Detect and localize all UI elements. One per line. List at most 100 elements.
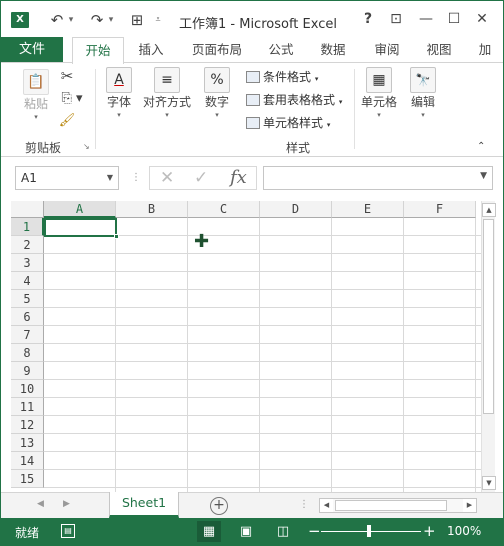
tab-insert[interactable]: 插入	[129, 37, 173, 63]
tab-split-handle-icon[interactable]: ⋮	[299, 499, 309, 510]
cancel-icon[interactable]: ✕	[160, 168, 174, 188]
undo-dropdown-icon[interactable]: ▾	[67, 11, 75, 29]
row-header-14[interactable]: 14	[11, 452, 44, 470]
row-header-7[interactable]: 7	[11, 326, 44, 344]
row-header-8[interactable]: 8	[11, 344, 44, 362]
maximize-button[interactable]: ☐	[445, 10, 463, 28]
format-painter-icon[interactable]: 🖌	[57, 113, 77, 128]
format-as-table-button[interactable]: 套用表格格式 ▾	[246, 90, 342, 110]
zoom-in-button[interactable]: +	[423, 522, 436, 540]
cell-cursor-icon: ✚	[194, 231, 210, 252]
zoom-level[interactable]: 100%	[447, 524, 481, 538]
redo-dropdown-icon[interactable]: ▾	[107, 11, 115, 29]
tab-addins[interactable]: 加	[477, 37, 493, 63]
column-header-a[interactable]: A	[44, 201, 116, 218]
zoom-slider[interactable]	[321, 531, 421, 532]
zoom-out-button[interactable]: −	[308, 522, 321, 540]
scroll-down-icon[interactable]: ▼	[482, 476, 496, 490]
row-header-2[interactable]: 2	[11, 236, 44, 254]
page-break-view-button[interactable]: ◫	[271, 521, 295, 542]
clipboard-launcher-icon[interactable]: ↘	[83, 142, 90, 151]
ribbon-display-options-button[interactable]: ⊡	[387, 10, 405, 28]
editing-button[interactable]: 🔭 编辑 ▾	[405, 67, 441, 120]
prev-sheet-icon[interactable]: ◀	[37, 499, 44, 509]
formula-input[interactable]: ▼	[263, 166, 493, 190]
undo-icon[interactable]: ↶	[47, 11, 67, 29]
excel-app-icon[interactable]: X	[11, 12, 29, 28]
insert-function-icon[interactable]: fx	[230, 168, 247, 188]
new-sheet-button[interactable]: +	[210, 497, 228, 515]
page-layout-view-button[interactable]: ▣	[234, 521, 258, 542]
editing-dropdown-icon: ▾	[421, 111, 425, 119]
redo-icon[interactable]: ↷	[87, 11, 107, 29]
formula-bar-resize-icon[interactable]: ⋮	[131, 172, 141, 183]
collapse-ribbon-icon[interactable]: ⌃	[477, 141, 485, 152]
row-header-9[interactable]: 9	[11, 362, 44, 380]
name-box-dropdown-icon[interactable]: ▼	[107, 167, 113, 189]
status-ready: 就绪	[15, 526, 40, 540]
row-header-15[interactable]: 15	[11, 470, 44, 488]
row-header-1[interactable]: 1	[11, 218, 44, 236]
tab-review[interactable]: 审阅	[365, 37, 409, 63]
cut-icon[interactable]: ✂	[57, 67, 77, 85]
cells-button[interactable]: ▦ 单元格 ▾	[359, 67, 399, 120]
tab-formulas[interactable]: 公式	[259, 37, 303, 63]
row-header-3[interactable]: 3	[11, 254, 44, 272]
macro-record-icon[interactable]: ▤	[61, 524, 75, 538]
number-button[interactable]: % 数字 ▾	[199, 67, 235, 120]
vertical-scrollbar[interactable]: ▲ ▼	[481, 201, 496, 492]
row-header-12[interactable]: 12	[11, 416, 44, 434]
paste-button[interactable]: 📋 粘贴 ▾	[19, 69, 53, 122]
column-header-b[interactable]: B	[116, 201, 188, 218]
tab-page-layout[interactable]: 页面布局	[185, 37, 249, 63]
clipboard-group-label: 剪贴板	[25, 141, 62, 155]
column-header-e[interactable]: E	[332, 201, 404, 218]
minimize-button[interactable]: —	[417, 10, 435, 28]
vertical-scroll-thumb[interactable]	[483, 219, 494, 414]
enter-icon[interactable]: ✓	[194, 168, 208, 188]
copy-icon[interactable]: ⎘ ▾	[57, 91, 87, 106]
scroll-right-icon[interactable]: ▶	[463, 499, 476, 512]
active-cell-a1[interactable]	[44, 218, 117, 237]
zoom-slider-thumb[interactable]	[367, 525, 371, 537]
font-icon: A	[106, 67, 132, 93]
cell-styles-button[interactable]: 单元格样式 ▾	[246, 113, 330, 133]
row-header-10[interactable]: 10	[11, 380, 44, 398]
scroll-left-icon[interactable]: ◀	[320, 499, 333, 512]
worksheet-grid[interactable]: A B C D E F 1 2 3 4 5 6 7 8 9 10 11 12 1…	[11, 201, 481, 492]
fill-handle[interactable]	[114, 234, 119, 239]
tab-view[interactable]: 视图	[417, 37, 461, 63]
name-box[interactable]: A1 ▼	[15, 166, 119, 190]
expand-formula-bar-icon[interactable]: ▼	[480, 171, 487, 181]
font-button[interactable]: A 字体 ▾	[101, 67, 137, 120]
percent-icon: %	[204, 67, 230, 93]
alignment-button[interactable]: ≡ 对齐方式 ▾	[141, 67, 193, 120]
touch-mode-icon[interactable]: ⊞	[127, 11, 147, 29]
help-button[interactable]: ?	[359, 10, 377, 28]
cells-label: 单元格	[360, 95, 397, 109]
tab-file[interactable]: 文件	[1, 37, 63, 63]
row-header-4[interactable]: 4	[11, 272, 44, 290]
normal-view-button[interactable]: ▦	[197, 521, 221, 542]
alignment-dropdown-icon: ▾	[165, 111, 169, 119]
horizontal-scroll-thumb[interactable]	[335, 500, 447, 511]
column-header-c[interactable]: C	[188, 201, 260, 218]
column-header-f[interactable]: F	[404, 201, 476, 218]
select-all-corner[interactable]	[11, 201, 44, 218]
customize-qat-icon[interactable]: ⩡	[153, 11, 163, 29]
tab-home[interactable]: 开始	[72, 37, 124, 64]
horizontal-scrollbar[interactable]: ◀ ▶	[319, 498, 477, 513]
scroll-up-icon[interactable]: ▲	[482, 203, 496, 217]
next-sheet-icon[interactable]: ▶	[63, 499, 70, 509]
row-header-5[interactable]: 5	[11, 290, 44, 308]
sheet-tab-sheet1[interactable]: Sheet1	[109, 492, 179, 518]
close-button[interactable]: ✕	[473, 10, 491, 28]
conditional-formatting-button[interactable]: 条件格式 ▾	[246, 67, 318, 87]
cell-area[interactable]	[44, 218, 481, 492]
row-header-6[interactable]: 6	[11, 308, 44, 326]
alignment-icon: ≡	[154, 67, 180, 93]
tab-data[interactable]: 数据	[311, 37, 355, 63]
column-header-d[interactable]: D	[260, 201, 332, 218]
row-header-13[interactable]: 13	[11, 434, 44, 452]
row-header-11[interactable]: 11	[11, 398, 44, 416]
